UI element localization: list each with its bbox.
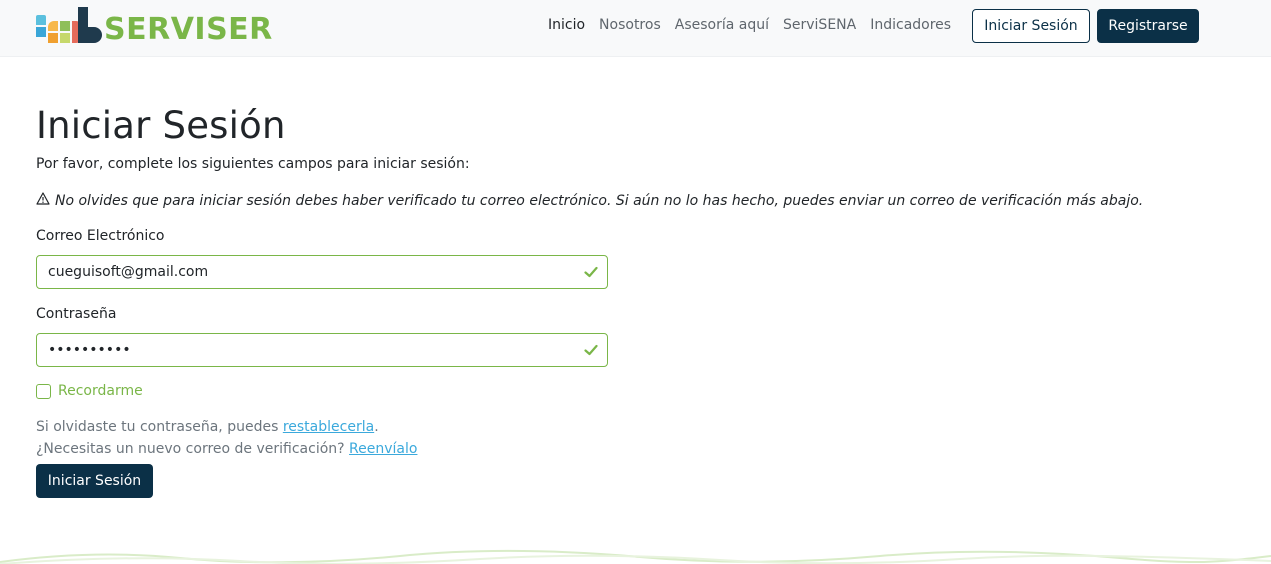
checkmark-icon — [584, 344, 598, 356]
brand-name: SERVISER — [104, 12, 273, 47]
verification-warning: No olvides que para iniciar sesión debes… — [36, 192, 1143, 209]
nav-link-servisena[interactable]: ServiSENA — [783, 16, 856, 34]
email-label: Correo Electrónico — [36, 228, 165, 244]
reset-password-link[interactable]: restablecerla — [283, 419, 374, 435]
forgot-password-end: . — [374, 419, 379, 435]
navbar: SERVISER Inicio Nosotros Asesoría aquí S… — [0, 0, 1271, 57]
remember-checkbox[interactable] — [36, 383, 51, 399]
footer-wave-decoration — [0, 549, 1271, 564]
checkmark-icon — [584, 266, 598, 278]
email-field-wrapper — [36, 255, 608, 289]
page-title: Iniciar Sesión — [36, 104, 286, 147]
intro-text: Por favor, complete los siguientes campo… — [36, 156, 470, 172]
password-field[interactable] — [37, 334, 557, 366]
remember-label[interactable]: Recordarme — [58, 383, 143, 399]
forgot-password-text: Si olvidaste tu contraseña, puedes — [36, 419, 283, 435]
nav-link-indicadores[interactable]: Indicadores — [870, 16, 951, 34]
remember-me: Recordarme — [36, 383, 143, 399]
nav-register-button[interactable]: Registrarse — [1097, 9, 1199, 43]
password-label: Contraseña — [36, 306, 117, 322]
nav-login-button[interactable]: Iniciar Sesión — [972, 9, 1090, 43]
brand-logo[interactable]: SERVISER — [36, 6, 273, 47]
password-field-wrapper — [36, 333, 608, 367]
login-submit-button[interactable]: Iniciar Sesión — [36, 464, 153, 498]
resend-verification-line: ¿Necesitas un nuevo correo de verificaci… — [36, 441, 417, 457]
resend-text: ¿Necesitas un nuevo correo de verificaci… — [36, 441, 350, 457]
resend-verification-link[interactable]: Reenvíalo — [349, 441, 417, 457]
email-field[interactable] — [37, 256, 557, 288]
warning-text: No olvides que para iniciar sesión debes… — [55, 192, 1144, 209]
forgot-password-line: Si olvidaste tu contraseña, puedes resta… — [36, 419, 379, 435]
nav-link-nosotros[interactable]: Nosotros — [599, 16, 661, 34]
logo-mark-icon — [36, 7, 102, 45]
warning-triangle-icon — [36, 192, 50, 209]
nav-links: Inicio Nosotros Asesoría aquí ServiSENA … — [548, 16, 965, 34]
nav-link-asesoria[interactable]: Asesoría aquí — [675, 16, 769, 34]
nav-link-inicio[interactable]: Inicio — [548, 16, 585, 34]
